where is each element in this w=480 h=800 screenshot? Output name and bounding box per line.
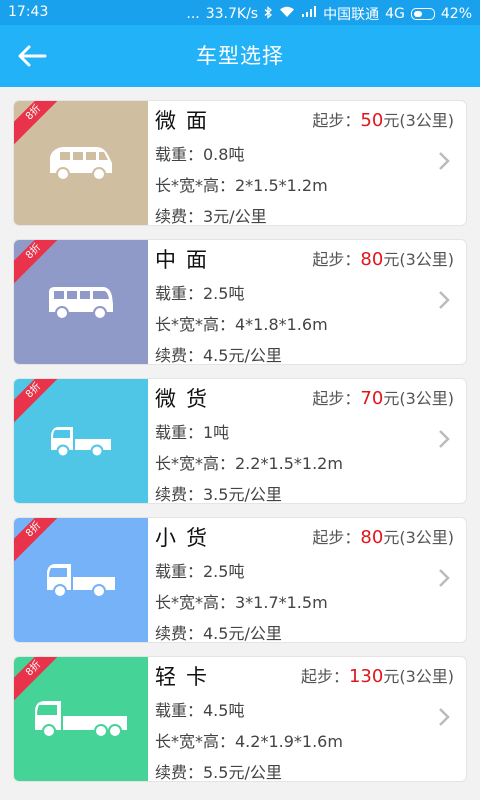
vehicle-card-small-truck[interactable]: 8折 小货 起步：80元(3公里) 载重：2.5吨 长*宽*高：3*1.7*1.…	[13, 517, 467, 643]
status-bar: 17:43 ... 33.7K/s 中国联通 4G 42%	[0, 0, 480, 25]
vehicle-thumb: 8折	[14, 101, 148, 225]
price-label: 起步：	[312, 250, 361, 269]
vehicle-load: 载重：4.5吨	[155, 701, 245, 720]
vehicle-thumb: 8折	[14, 379, 148, 503]
light-truck-icon	[35, 701, 127, 738]
discount-badge: 8折	[14, 101, 68, 147]
vehicle-size: 长*宽*高：2.2*1.5*1.2m	[155, 454, 343, 473]
discount-badge: 8折	[14, 379, 68, 425]
vehicle-card-van[interactable]: 8折 中面 起步：80元(3公里) 载重：2.5吨 长*宽*高：4*1.8*1.…	[13, 239, 467, 365]
wifi-icon	[279, 6, 295, 22]
chevron-right-icon	[439, 569, 450, 587]
signal-icon	[301, 6, 317, 22]
price-label: 起步：	[312, 111, 361, 130]
status-time: 17:43	[8, 4, 49, 20]
status-network: 4G	[385, 6, 405, 22]
vehicle-load: 载重：0.8吨	[155, 145, 245, 164]
small-truck-icon	[47, 564, 115, 598]
chevron-right-icon	[439, 430, 450, 448]
battery-icon	[410, 8, 435, 20]
price-value: 70	[360, 388, 384, 409]
price-label: 起步：	[300, 667, 349, 686]
chevron-right-icon	[439, 291, 450, 309]
chevron-right-icon	[439, 708, 450, 726]
price-value: 130	[348, 666, 384, 687]
vehicle-size: 长*宽*高：4.2*1.9*1.6m	[155, 732, 343, 751]
price-suffix: 元(3公里)	[383, 389, 454, 408]
price-suffix: 元(3公里)	[383, 111, 454, 130]
vehicle-name: 轻卡	[155, 665, 217, 689]
vehicle-load: 载重：1吨	[155, 423, 230, 442]
vehicle-thumb: 8折	[14, 518, 148, 642]
minivan-icon	[50, 147, 112, 181]
vehicle-list: 8折 微面 起步：50元(3公里) 载重：0.8吨 长*宽*高：2*1.5*1.…	[13, 100, 467, 795]
vehicle-thumb: 8折	[14, 657, 148, 781]
mini-truck-icon	[51, 427, 111, 458]
vehicle-extra-fee: 续费：4.5元/公里	[155, 624, 282, 643]
vehicle-load: 载重：2.5吨	[155, 562, 245, 581]
chevron-right-icon	[439, 152, 450, 170]
price-suffix: 元(3公里)	[383, 667, 454, 686]
bluetooth-icon	[264, 5, 273, 23]
status-speed: 33.7K/s	[205, 6, 259, 22]
price-suffix: 元(3公里)	[383, 528, 454, 547]
status-dots: ...	[186, 6, 200, 22]
vehicle-size: 长*宽*高：2*1.5*1.2m	[155, 176, 328, 195]
app-bar: 车型选择	[0, 25, 480, 87]
price-value: 50	[360, 110, 384, 131]
vehicle-name: 小货	[155, 526, 217, 550]
start-price: 起步：70元(3公里)	[312, 385, 454, 409]
vehicle-card-light-truck[interactable]: 8折 轻卡 起步：130元(3公里) 载重：4.5吨 长*宽*高：4.2*1.9…	[13, 656, 467, 782]
vehicle-name: 微面	[155, 109, 217, 133]
start-price: 起步：80元(3公里)	[312, 524, 454, 548]
vehicle-load: 载重：2.5吨	[155, 284, 245, 303]
status-indicators: ... 33.7K/s 中国联通 4G 42%	[186, 4, 472, 24]
start-price: 起步：80元(3公里)	[312, 246, 454, 270]
vehicle-extra-fee: 续费：3元/公里	[155, 207, 267, 226]
status-carrier: 中国联通	[323, 7, 380, 23]
vehicle-extra-fee: 续费：5.5元/公里	[155, 763, 282, 782]
van-icon	[49, 287, 113, 320]
page-title: 车型选择	[196, 44, 284, 68]
vehicle-extra-fee: 续费：4.5元/公里	[155, 346, 282, 365]
vehicle-thumb: 8折	[14, 240, 148, 364]
price-value: 80	[360, 527, 384, 548]
vehicle-card-mini-truck[interactable]: 8折 微货 起步：70元(3公里) 载重：1吨 长*宽*高：2.2*1.5*1.…	[13, 378, 467, 504]
status-battery: 42%	[440, 6, 472, 22]
vehicle-card-minivan[interactable]: 8折 微面 起步：50元(3公里) 载重：0.8吨 长*宽*高：2*1.5*1.…	[13, 100, 467, 226]
price-label: 起步：	[312, 528, 361, 547]
vehicle-size: 长*宽*高：3*1.7*1.5m	[155, 593, 328, 612]
start-price: 起步：130元(3公里)	[301, 663, 454, 687]
start-price: 起步：50元(3公里)	[312, 107, 454, 131]
discount-badge: 8折	[14, 518, 68, 564]
discount-badge: 8折	[14, 240, 68, 286]
vehicle-name: 微货	[155, 387, 217, 411]
price-value: 80	[360, 249, 384, 270]
vehicle-size: 长*宽*高：4*1.8*1.6m	[155, 315, 328, 334]
price-label: 起步：	[312, 389, 361, 408]
vehicle-extra-fee: 续费：3.5元/公里	[155, 485, 282, 504]
discount-badge: 8折	[14, 657, 68, 703]
price-suffix: 元(3公里)	[383, 250, 454, 269]
vehicle-name: 中面	[155, 248, 217, 272]
